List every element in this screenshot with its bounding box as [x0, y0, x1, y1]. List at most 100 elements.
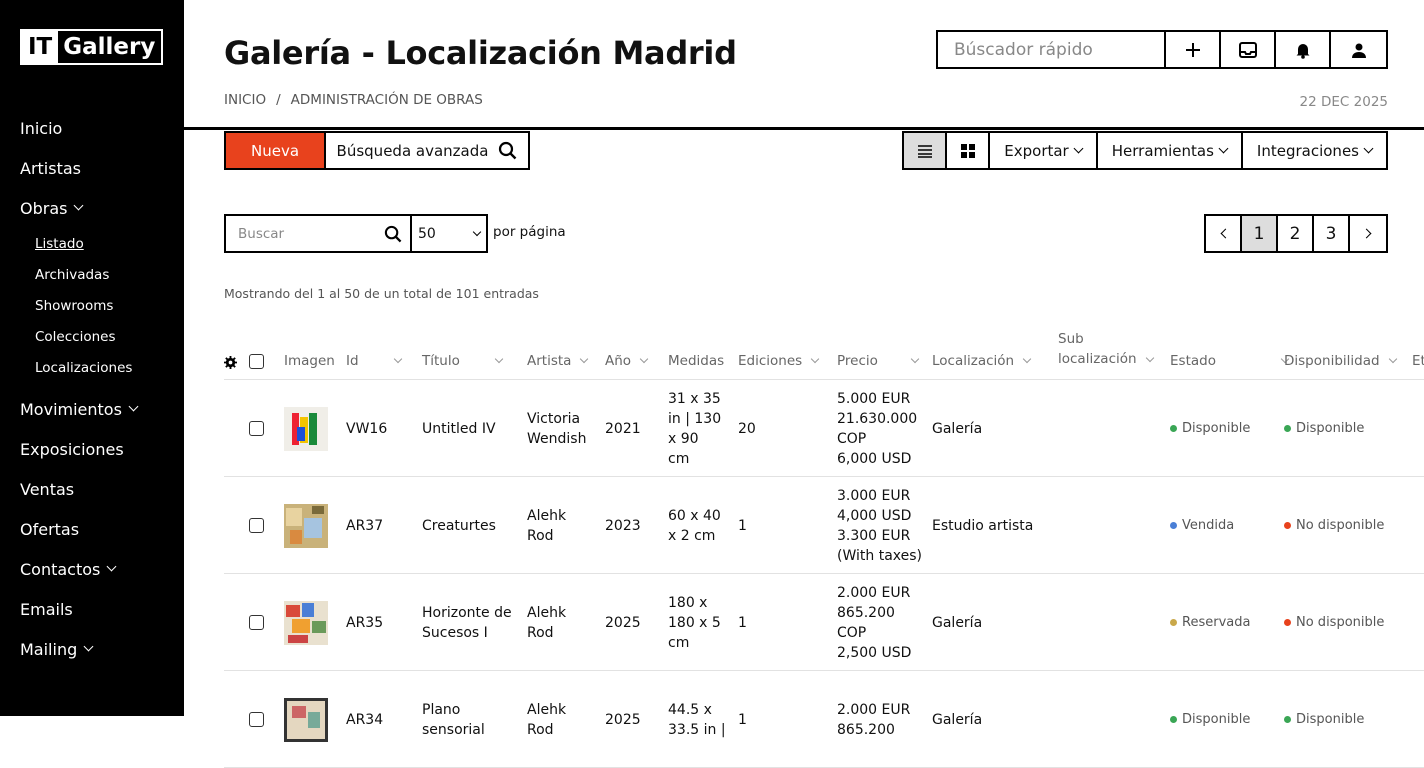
- row-dimensions: 31 x 35 in | 130 x 90 cm: [668, 380, 721, 477]
- inbox-button[interactable]: [1221, 32, 1276, 67]
- row-id[interactable]: AR37: [346, 477, 383, 574]
- table-row[interactable]: VW16 Untitled IV Victoria Wendish 2021 31 x 3…: [224, 380, 1424, 477]
- row-status: Disponible: [1170, 671, 1250, 768]
- column-id[interactable]: Id: [346, 353, 402, 369]
- column-localizacion[interactable]: Localización: [932, 353, 1032, 369]
- row-artist[interactable]: Alehk Rod: [527, 477, 566, 574]
- row-id[interactable]: VW16: [346, 380, 387, 477]
- artwork-thumbnail[interactable]: [284, 697, 328, 742]
- list-view-button[interactable]: [904, 133, 948, 168]
- column-titulo[interactable]: Título: [422, 353, 504, 369]
- sort-icon: [580, 354, 589, 364]
- row-checkbox[interactable]: [249, 671, 264, 768]
- row-id[interactable]: AR34: [346, 671, 383, 768]
- column-artista[interactable]: Artista: [527, 353, 589, 369]
- artwork-thumbnail[interactable]: [284, 503, 328, 548]
- add-button[interactable]: [1166, 32, 1221, 67]
- cell-line: 2,500 USD: [837, 644, 912, 661]
- advanced-search-label: Búsqueda avanzada: [336, 141, 489, 160]
- export-dropdown[interactable]: Exportar: [990, 133, 1098, 168]
- status-text: Vendida: [1182, 517, 1235, 533]
- breadcrumb-current: ADMINISTRACIÓN DE OBRAS: [290, 92, 483, 108]
- integrations-dropdown[interactable]: Integraciones: [1243, 133, 1386, 168]
- sidebar-item-ventas[interactable]: Ventas: [20, 469, 180, 509]
- column-label-line: Sub: [1058, 331, 1084, 347]
- notifications-button[interactable]: [1276, 32, 1331, 67]
- row-artist[interactable]: Alehk Rod: [527, 671, 566, 768]
- cell-text: 1: [738, 614, 747, 631]
- column-label: Título: [422, 353, 460, 369]
- table-row[interactable]: AR37 Creaturtes Alehk Rod 2023 60 x 40 x 2 cm 1…: [224, 477, 1424, 574]
- sidebar-subitem-localizaciones[interactable]: Localizaciones: [35, 352, 180, 383]
- sidebar-item-exposiciones[interactable]: Exposiciones: [20, 429, 180, 469]
- row-artist[interactable]: Victoria Wendish: [527, 380, 586, 477]
- column-settings-button[interactable]: [224, 356, 237, 369]
- cell-line: Rod: [527, 624, 554, 641]
- row-title[interactable]: Creaturtes: [422, 477, 496, 574]
- sidebar-item-inicio[interactable]: Inicio: [20, 108, 180, 148]
- row-checkbox[interactable]: [249, 477, 264, 574]
- row-title[interactable]: Untitled IV: [422, 380, 496, 477]
- primary-actions: Nueva Búsqueda avanzada: [224, 131, 530, 170]
- column-estado[interactable]: Estado: [1170, 353, 1290, 369]
- column-ediciones[interactable]: Ediciones: [738, 353, 820, 369]
- page-3-button[interactable]: 3: [1314, 216, 1350, 251]
- sidebar-item-movimientos[interactable]: Movimientos: [20, 389, 180, 429]
- status-dot: [1170, 425, 1177, 432]
- row-id[interactable]: AR35: [346, 574, 383, 671]
- obras-submenu: Listado Archivadas Showrooms Colecciones…: [20, 228, 180, 383]
- sidebar-item-artistas[interactable]: Artistas: [20, 148, 180, 188]
- column-label: Medidas: [668, 353, 725, 369]
- app-logo[interactable]: IT Gallery: [20, 29, 164, 65]
- column-ano[interactable]: Año: [605, 353, 649, 369]
- artwork-thumbnail[interactable]: [284, 600, 328, 645]
- checkbox-box: [249, 518, 264, 533]
- new-button[interactable]: Nueva: [226, 133, 326, 168]
- column-sublocalizacion[interactable]: Sub localización: [1058, 329, 1154, 369]
- page-2-button[interactable]: 2: [1278, 216, 1314, 251]
- row-availability: No disponible: [1284, 477, 1384, 574]
- prev-page-button[interactable]: [1206, 216, 1242, 251]
- sidebar-subitem-showrooms[interactable]: Showrooms: [35, 290, 180, 321]
- sidebar-subitem-archivadas[interactable]: Archivadas: [35, 259, 180, 290]
- sidebar-subitem-colecciones[interactable]: Colecciones: [35, 321, 180, 352]
- sidebar-item-contactos[interactable]: Contactos: [20, 549, 180, 589]
- sidebar-item-ofertas[interactable]: Ofertas: [20, 509, 180, 549]
- cell-line: Horizonte de: [422, 604, 512, 621]
- sidebar-item-mailing[interactable]: Mailing: [20, 629, 180, 669]
- chevron-down-icon: [1218, 143, 1229, 154]
- column-disponibilidad[interactable]: Disponibilidad: [1284, 353, 1397, 369]
- row-title[interactable]: Horizonte de Sucesos I: [422, 574, 512, 671]
- next-page-button[interactable]: [1350, 216, 1386, 251]
- sidebar-subitem-listado[interactable]: Listado: [35, 228, 180, 259]
- breadcrumb-home[interactable]: INICIO: [224, 92, 266, 108]
- row-title[interactable]: Plano sensorial: [422, 671, 485, 768]
- cell-line: 2.000 EUR: [837, 701, 911, 718]
- row-artist[interactable]: Alehk Rod: [527, 574, 566, 671]
- row-checkbox[interactable]: [249, 574, 264, 671]
- column-precio[interactable]: Precio: [837, 353, 920, 369]
- advanced-search-button[interactable]: Búsqueda avanzada: [326, 133, 528, 168]
- list-icon: [917, 144, 932, 158]
- chevron-down-icon: [472, 227, 482, 236]
- quick-search-input[interactable]: Búscador rápido: [938, 32, 1166, 67]
- cell-line: 6,000 USD: [837, 450, 912, 467]
- table-row[interactable]: AR34 Plano sensorial Alehk Rod 2025 44.5 x 33.5…: [224, 671, 1424, 768]
- cell-line: Victoria: [527, 410, 581, 427]
- table-search-input[interactable]: Buscar: [226, 216, 412, 251]
- per-page-select[interactable]: 50: [412, 216, 486, 251]
- status-dot: [1170, 522, 1177, 529]
- sidebar-item-obras[interactable]: Obras: [20, 188, 180, 228]
- row-status: Reservada: [1170, 574, 1250, 671]
- select-all-checkbox[interactable]: [249, 354, 264, 369]
- sidebar-item-emails[interactable]: Emails: [20, 589, 180, 629]
- user-button[interactable]: [1331, 32, 1386, 67]
- table-row[interactable]: AR35 Horizonte de Sucesos I Alehk Rod 2025 180…: [224, 574, 1424, 671]
- row-checkbox[interactable]: [249, 380, 264, 477]
- tools-dropdown[interactable]: Herramientas: [1098, 133, 1243, 168]
- page-1-button[interactable]: 1: [1242, 216, 1278, 251]
- grid-view-button[interactable]: [947, 133, 991, 168]
- table-search-placeholder: Buscar: [238, 225, 285, 242]
- chevron-down-icon: [128, 401, 139, 412]
- artwork-thumbnail[interactable]: [284, 406, 328, 451]
